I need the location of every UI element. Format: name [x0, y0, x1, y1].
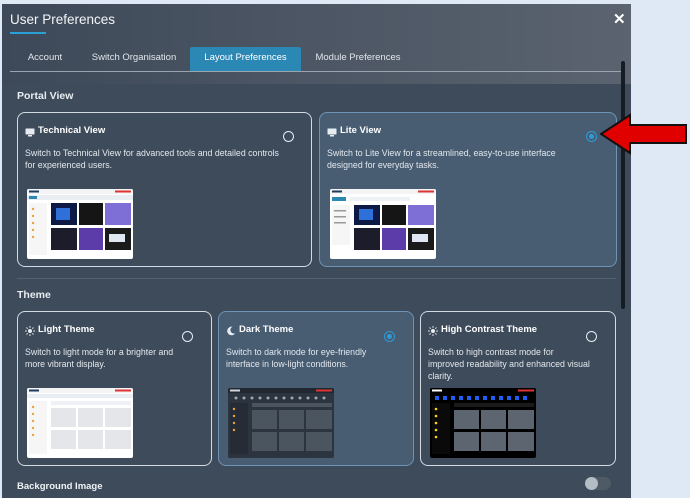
title-underline — [10, 32, 46, 34]
section-divider — [17, 278, 616, 279]
technical-view-title: Technical View — [38, 125, 106, 136]
sun-icon — [25, 326, 35, 336]
high-contrast-theme-radio[interactable] — [586, 331, 597, 342]
tab-module-preferences[interactable]: Module Preferences — [306, 47, 410, 69]
dark-theme-radio[interactable] — [384, 331, 395, 342]
annotation-arrow-icon — [599, 113, 688, 155]
tab-layout-preferences[interactable]: Layout Preferences — [190, 47, 301, 72]
tab-switch-organisation[interactable]: Switch Organisation — [82, 47, 186, 69]
close-button[interactable]: ✕ — [613, 10, 626, 28]
lite-view-radio[interactable] — [586, 131, 597, 142]
tab-account[interactable]: Account — [10, 47, 80, 69]
sun-icon — [428, 326, 438, 336]
monitor-icon — [327, 127, 337, 137]
dark-theme-card[interactable]: Dark Theme Switch to dark mode for eye-f… — [218, 311, 414, 466]
high-contrast-theme-title: High Contrast Theme — [441, 324, 538, 335]
dark-theme-preview — [228, 388, 334, 458]
user-preferences-dialog: User Preferences ✕ Account Switch Organi… — [2, 4, 631, 498]
tab-bar: Account Switch Organisation Layout Prefe… — [10, 47, 623, 73]
high-contrast-theme-preview — [430, 388, 536, 458]
lite-view-title: Lite View — [340, 125, 382, 136]
background-image-label: Background Image — [17, 481, 103, 492]
light-theme-radio[interactable] — [182, 331, 193, 342]
lite-view-description: Switch to Lite View for a streamlined, e… — [327, 148, 556, 170]
light-theme-description: Switch to light mode for a brighter and … — [25, 347, 174, 369]
technical-view-radio[interactable] — [283, 131, 294, 142]
high-contrast-theme-card[interactable]: High Contrast Theme Switch to high contr… — [420, 311, 616, 466]
technical-view-description: Switch to Technical View for advanced to… — [25, 148, 279, 170]
dark-theme-title: Dark Theme — [239, 324, 294, 335]
technical-view-card[interactable]: Technical View Switch to Technical View … — [17, 112, 312, 267]
dialog-title: User Preferences — [10, 12, 116, 27]
monitor-icon — [25, 127, 35, 137]
light-theme-preview — [27, 388, 133, 458]
light-theme-card[interactable]: Light Theme Switch to light mode for a b… — [17, 311, 212, 466]
vertical-scrollbar[interactable] — [621, 61, 625, 309]
technical-view-preview — [27, 189, 133, 259]
lite-view-preview — [330, 189, 436, 259]
background-image-toggle[interactable] — [585, 477, 611, 490]
light-theme-title: Light Theme — [38, 324, 95, 335]
moon-icon — [226, 326, 236, 336]
high-contrast-theme-description: Switch to high contrast mode for improve… — [428, 347, 590, 381]
tabs-divider — [10, 71, 623, 72]
dark-theme-description: Switch to dark mode for eye-friendly int… — [226, 347, 367, 369]
portal-view-heading: Portal View — [17, 90, 74, 102]
theme-heading: Theme — [17, 289, 51, 301]
lite-view-card[interactable]: Lite View Switch to Lite View for a stre… — [319, 112, 617, 267]
